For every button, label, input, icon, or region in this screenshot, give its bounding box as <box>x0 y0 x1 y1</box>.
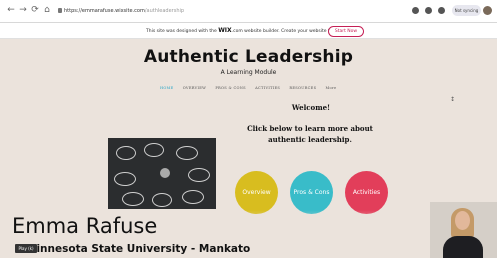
address-bar[interactable]: https://emmarafuse.wixsite.com/authleade… <box>64 6 364 16</box>
lock-icon <box>58 8 62 13</box>
sync-status-button[interactable]: Not syncing <box>452 5 481 16</box>
url-path: /authleadership <box>144 8 185 14</box>
puzzle-icon[interactable] <box>438 7 445 14</box>
wix-banner-suffix: .com website builder. Create your websit… <box>231 29 342 34</box>
activities-button[interactable]: Activities <box>345 171 388 214</box>
extension-icon[interactable] <box>425 7 432 14</box>
institution-name: Minnesota State University - Mankato <box>26 243 251 255</box>
wix-banner-text: This site was designed with the WIX.com … <box>146 23 342 38</box>
webcam-feed <box>430 202 497 258</box>
url-host: https://emmarafuse.wixsite.com <box>64 8 145 14</box>
back-icon[interactable]: ← <box>6 5 16 15</box>
play-badge[interactable]: Play (k) <box>15 244 37 253</box>
overview-button[interactable]: Overview <box>235 171 278 214</box>
intro-text: Click below to learn more about authenti… <box>247 124 373 144</box>
browser-toolbar: ← → ⟳ ⌂ https://emmarafuse.wixsite.com/a… <box>0 0 497 23</box>
site-title: Authentic Leadership <box>143 47 354 67</box>
nav-more[interactable]: More <box>326 86 337 90</box>
nav-overview[interactable]: OVERVIEW <box>183 86 206 90</box>
wix-logo[interactable]: WIX <box>218 27 231 34</box>
reload-icon[interactable]: ⟳ <box>30 5 40 15</box>
wix-banner-prefix: This site was designed with the <box>146 29 217 34</box>
nav-activities[interactable]: ACTIVITIES <box>255 86 280 90</box>
wix-banner: This site was designed with the WIX.com … <box>0 23 497 39</box>
site-nav: HOME OVERVIEW PROS & CONS ACTIVITIES RES… <box>160 86 344 94</box>
welcome-heading: Welcome! <box>291 103 331 112</box>
nav-resources[interactable]: RESOURCES <box>289 86 316 90</box>
pros-cons-button[interactable]: Pros & Cons <box>290 171 333 214</box>
profile-avatar[interactable] <box>483 6 492 15</box>
presenter-name: Emma Rafuse <box>12 214 158 238</box>
nav-home[interactable]: HOME <box>160 86 174 90</box>
forward-icon[interactable]: → <box>18 5 28 15</box>
home-icon[interactable]: ⌂ <box>42 5 52 15</box>
start-now-button[interactable]: Start Now <box>328 26 364 37</box>
site-subtitle: A Learning Module <box>220 69 277 76</box>
star-icon[interactable] <box>412 7 419 14</box>
cursor-indicator: ↕ <box>450 96 456 103</box>
nav-pros-cons[interactable]: PROS & CONS <box>215 86 246 90</box>
leadership-image <box>108 138 216 209</box>
